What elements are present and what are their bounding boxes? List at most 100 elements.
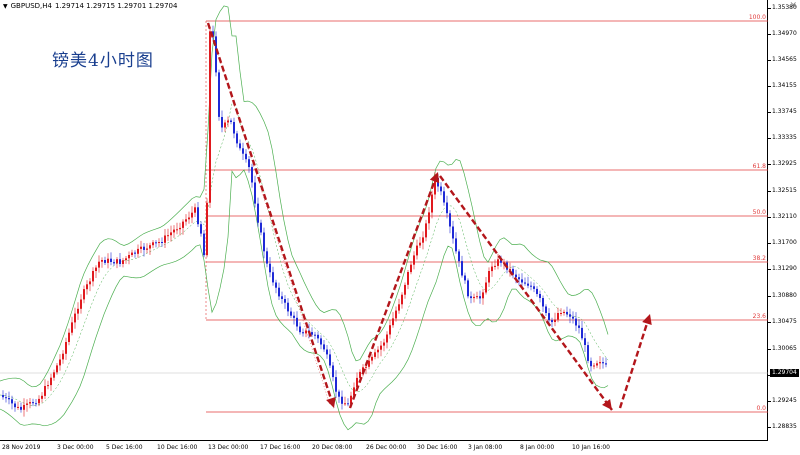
current-price-label: 1.29704 (770, 369, 799, 377)
candle-body (263, 232, 265, 252)
price-tick-label: 1.31700 (768, 239, 797, 246)
candle-body (539, 294, 541, 298)
candle-body (524, 282, 526, 284)
dropdown-triangle-icon[interactable]: ▼ (3, 3, 8, 10)
candle-body (398, 304, 400, 311)
candle-body (494, 265, 496, 267)
candle-body (245, 153, 247, 160)
candle-body (77, 308, 79, 314)
candle-body (101, 260, 103, 262)
candle-body (71, 322, 73, 333)
candle-body (239, 143, 241, 149)
candle-body (41, 395, 43, 399)
price-tick-label: 1.32925 (768, 160, 797, 167)
fib-level-label: 100.0 (749, 14, 766, 21)
price-tick-label: 1.34155 (768, 82, 797, 89)
candle-body (416, 245, 418, 256)
candle-body (62, 353, 64, 360)
candle-body (269, 263, 271, 273)
candle-body (149, 245, 151, 249)
trend-arrow-line (618, 313, 652, 409)
candle-body (326, 349, 328, 355)
candle-body (386, 334, 388, 343)
price-tick-label: 1.34565 (768, 56, 797, 63)
price-tick-label: 1.33745 (768, 108, 797, 115)
candle-body (431, 194, 433, 213)
time-tick-label: 28 Nov 2019 (2, 444, 41, 451)
candle-body (92, 271, 94, 282)
candle-body (440, 186, 442, 192)
candle-body (470, 296, 472, 299)
candle-body (569, 314, 571, 317)
candle-body (419, 242, 421, 246)
candle-body (134, 252, 136, 254)
candle-body (2, 395, 4, 398)
candle-body (86, 284, 88, 290)
candle-body (323, 344, 325, 350)
candle-body (20, 406, 22, 410)
candle-body (476, 296, 478, 298)
candle-body (122, 260, 124, 264)
candle-body (32, 402, 34, 404)
candle-body (587, 345, 589, 361)
candle-body (179, 227, 181, 230)
chart-title-watermark: 镑美4小时图 (52, 51, 154, 71)
candle-body (311, 332, 313, 335)
candle-body (557, 313, 559, 320)
candle-body (497, 259, 499, 266)
candle-body (242, 148, 244, 154)
candle-body (599, 362, 601, 364)
candle-body (23, 404, 25, 410)
candle-body (302, 332, 304, 334)
ohlc-values: 1.29714 1.29715 1.29701 1.29704 (54, 2, 178, 10)
candle-body (509, 268, 511, 270)
candle-body (446, 202, 448, 214)
price-tick-label: 1.29245 (768, 397, 797, 404)
candle-body (140, 246, 142, 249)
candle-body (590, 360, 592, 367)
time-tick-label: 30 Dec 16:00 (417, 444, 458, 451)
candle-body (89, 281, 91, 285)
candle-body (56, 365, 58, 373)
candle-body (560, 313, 562, 314)
candle-body (44, 386, 46, 396)
candle-body (35, 403, 37, 405)
candle-body (137, 248, 139, 254)
candle-body (116, 259, 118, 264)
candle-body (407, 272, 409, 285)
candle-body (410, 264, 412, 273)
time-tick-label: 13 Dec 00:00 (208, 444, 249, 451)
candle-body (173, 229, 175, 233)
chart-window[interactable]: 100.0 61.8 50.0 38.2 23.6 0.0 ▼ GBPUSD,H4 1.2… (0, 0, 800, 455)
candle-body (230, 120, 232, 122)
candle-body (281, 296, 283, 299)
candle-body (542, 298, 544, 307)
symbol-label: GBPUSD,H4 (10, 2, 52, 10)
time-axis[interactable]: 28 Nov 2019 3 Dec 00:00 5 Dec 16:00 10 Dec … (0, 441, 768, 455)
candle-body (29, 402, 31, 404)
time-tick-label: 17 Dec 16:00 (260, 444, 301, 451)
candle-body (365, 366, 367, 368)
candle-body (296, 317, 298, 327)
candle-body (458, 251, 460, 262)
candle-body (404, 284, 406, 295)
price-tick-label: 1.30065 (768, 345, 797, 352)
candle-body (227, 120, 229, 123)
candle-body (8, 398, 10, 400)
candle-body (554, 319, 556, 322)
candle-body (185, 219, 187, 222)
candle-body (74, 313, 76, 323)
candle-body (38, 398, 40, 404)
candle-body (203, 233, 205, 256)
candle-body (332, 365, 334, 378)
candle-body (578, 325, 580, 328)
candle-body (158, 242, 160, 243)
candle-body (374, 352, 376, 357)
candle-body (182, 221, 184, 228)
candle-body (563, 311, 565, 313)
candle-body (536, 288, 538, 294)
trend-arrow-line (206, 22, 336, 409)
candle-body (164, 235, 166, 243)
candle-body (272, 272, 274, 283)
candle-body (260, 222, 262, 233)
